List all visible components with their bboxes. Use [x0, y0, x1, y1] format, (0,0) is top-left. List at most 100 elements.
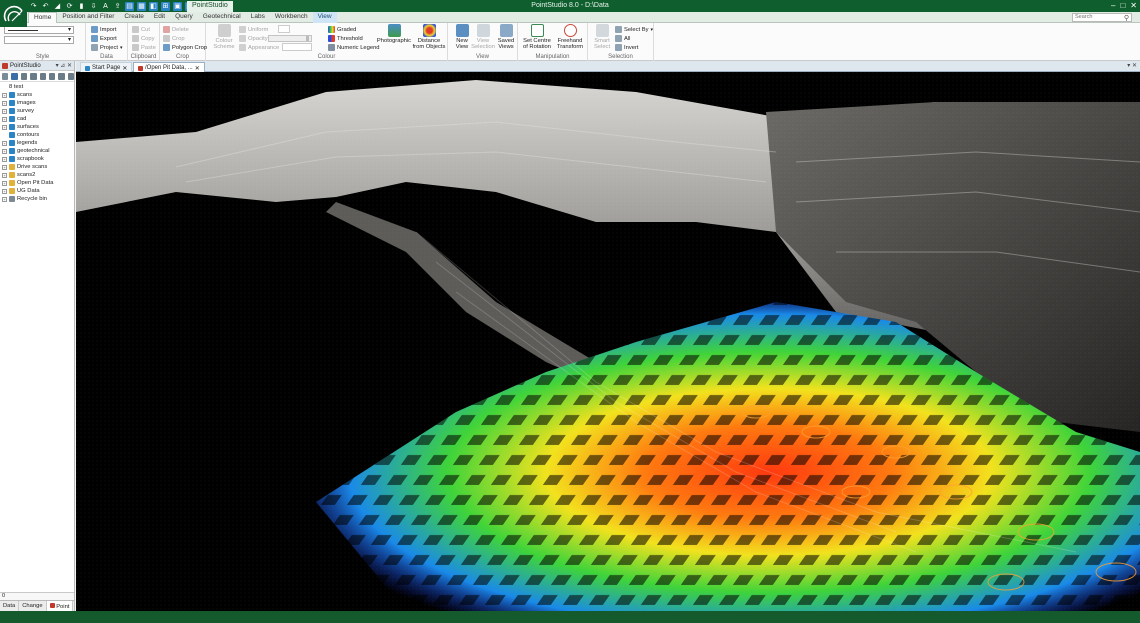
copy-button[interactable]: Copy [132, 34, 155, 43]
refresh-icon[interactable]: ⟳ [65, 2, 74, 11]
numeric-legend-button[interactable]: Numeric Legend [328, 43, 380, 52]
download-icon[interactable]: ⇩ [89, 2, 98, 11]
tree-item-survey[interactable]: + survey [0, 107, 74, 115]
close-tab-icon[interactable]: ✕ [195, 65, 200, 72]
tree-item-cad[interactable]: + cad [0, 115, 74, 123]
appearance-combo[interactable] [282, 43, 312, 51]
saved-views-button[interactable]: Saved Views [495, 24, 517, 50]
sort-icon[interactable] [48, 72, 56, 80]
tab-geotechnical[interactable]: Geotechnical [198, 12, 246, 23]
freehand-transform-button[interactable]: Freehand Transform [554, 24, 586, 50]
tree-item-recycle-bin[interactable]: + Recycle bin [0, 195, 74, 203]
tree-item-geotechnical[interactable]: + geotechnical [0, 147, 74, 155]
tab-labs[interactable]: Labs [246, 12, 270, 23]
link-icon[interactable] [30, 72, 37, 80]
tool-icon-3[interactable]: ◧ [149, 1, 158, 11]
tree-item-surfaces[interactable]: + surfaces [0, 123, 74, 131]
list-icon[interactable] [67, 72, 74, 80]
import-button[interactable]: Import [91, 25, 116, 34]
threshold-button[interactable]: Threshold [328, 34, 363, 43]
tab-data[interactable]: Data [0, 601, 20, 611]
tab-create[interactable]: Create [119, 12, 149, 23]
tree-item-open-pit-data[interactable]: + Open Pit Data [0, 179, 74, 187]
tool-icon-5[interactable]: ▣ [173, 1, 182, 11]
crop-button[interactable]: Crop [163, 34, 185, 43]
expand-icon[interactable]: + [2, 140, 7, 146]
select-by-button[interactable]: Select By ▾ [615, 25, 653, 34]
run-icon[interactable]: ◢ [53, 2, 62, 11]
filter-icon[interactable] [58, 72, 65, 80]
pin-icon[interactable]: ▾ ⊿ [56, 63, 66, 69]
doc-tab-open-pit-data[interactable]: /Open Pit Data, ... ✕ [133, 62, 205, 72]
tab-change[interactable]: Change [19, 601, 47, 611]
tab-edit[interactable]: Edit [149, 12, 170, 23]
text-icon[interactable]: A [101, 2, 110, 11]
tool-icon-2[interactable]: ▦ [137, 1, 146, 11]
invert-selection-button[interactable]: Invert [615, 43, 639, 52]
graded-button[interactable]: Graded [328, 25, 356, 34]
refresh-icon[interactable] [2, 72, 9, 80]
tab-point[interactable]: Point [46, 601, 74, 611]
opacity-slider[interactable] [268, 35, 312, 42]
close-panel-icon[interactable]: ✕ [67, 63, 72, 69]
close-button[interactable]: ✕ [1130, 1, 1137, 10]
expand-icon[interactable]: + [2, 100, 7, 106]
expand-icon[interactable]: + [2, 196, 7, 202]
expand-icon[interactable]: + [2, 172, 7, 178]
expand-icon[interactable]: + [2, 124, 7, 130]
expand-icon[interactable]: + [2, 148, 7, 154]
uniform-colour-combo[interactable] [278, 25, 290, 33]
project-button[interactable]: Project ▾ [91, 43, 123, 52]
maximize-button[interactable]: □ [1120, 1, 1125, 10]
tab-view[interactable]: View [312, 12, 337, 23]
tree-item-drive-scans[interactable]: + Drive scans [0, 163, 74, 171]
tab-workbench[interactable]: Workbench [270, 12, 313, 23]
expand-icon[interactable]: + [2, 188, 7, 194]
expand-icon[interactable]: + [2, 156, 7, 162]
tree-root[interactable]: 8 test [0, 83, 74, 91]
search-input[interactable] [1075, 14, 1123, 20]
app-logo[interactable] [0, 0, 27, 27]
export-icon[interactable]: ⇪ [113, 2, 122, 11]
expand-icon[interactable]: + [2, 92, 7, 98]
set-centre-of-rotation-button[interactable]: Set Centre of Rotation [521, 24, 553, 50]
close-document-icon[interactable]: ✕ [1132, 63, 1137, 69]
pointer-icon[interactable] [11, 72, 18, 80]
colour-scheme-button[interactable]: Colour Scheme [210, 24, 238, 50]
expand-icon[interactable]: + [2, 116, 7, 122]
new-view-button[interactable]: New View [452, 24, 472, 50]
smart-select-button[interactable]: Smart Select [591, 24, 613, 50]
redo-icon[interactable]: ↷ [29, 2, 38, 11]
tree-item-scans2[interactable]: + scans2 [0, 171, 74, 179]
search-icon[interactable]: ⚲ [1124, 14, 1129, 22]
undo-icon[interactable]: ↶ [41, 2, 50, 11]
line-style-combo[interactable]: ▾ [4, 26, 74, 34]
close-tab-icon[interactable]: ✕ [122, 65, 127, 72]
3d-viewport[interactable] [76, 72, 1140, 611]
tab-position-and-filter[interactable]: Position and Filter [57, 12, 119, 23]
save-icon[interactable]: ▮ [77, 2, 86, 11]
appearance-button[interactable]: Appearance [239, 43, 279, 52]
tab-home[interactable]: Home [28, 12, 58, 23]
expand-icon[interactable]: + [2, 164, 7, 170]
select-all-button[interactable]: All [615, 34, 630, 43]
chevron-down-icon[interactable]: ▾ [1127, 63, 1130, 69]
tool-icon-4[interactable]: ⊞ [161, 1, 170, 11]
slider-thumb[interactable] [306, 36, 309, 41]
tree-item-ug-data[interactable]: + UG Data [0, 187, 74, 195]
tree-item-contours[interactable]: contours [0, 131, 74, 139]
tree-item-scrapbook[interactable]: + scrapbook [0, 155, 74, 163]
paste-button[interactable]: Paste [132, 43, 156, 52]
doc-tab-start-page[interactable]: Start Page ✕ [80, 62, 133, 72]
distance-from-objects-button[interactable]: Distance from Objects [412, 24, 446, 50]
minimize-button[interactable]: – [1111, 1, 1115, 10]
photographic-button[interactable]: Photographic [377, 24, 411, 44]
expand-icon[interactable]: + [2, 180, 7, 186]
style-combo[interactable]: ▾ [4, 36, 74, 44]
tab-query[interactable]: Query [170, 12, 198, 23]
uniform-button[interactable]: Uniform [239, 25, 268, 34]
expand-icon[interactable] [39, 72, 46, 80]
cut-button[interactable]: Cut [132, 25, 150, 34]
delete-button[interactable]: Delete [163, 25, 189, 34]
export-button[interactable]: Export [91, 34, 117, 43]
